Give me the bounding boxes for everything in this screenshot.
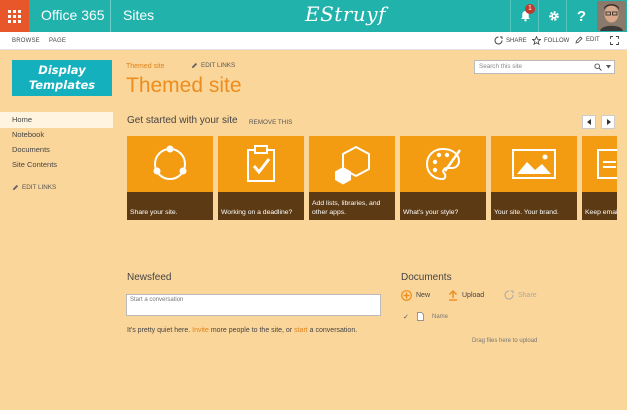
newsfeed-title: Newsfeed <box>127 272 172 283</box>
settings-button[interactable] <box>538 0 568 32</box>
select-all-checkbox[interactable]: ✓ <box>403 313 409 321</box>
edit-button[interactable]: EDIT <box>575 36 600 44</box>
quiet-text-2: more people to the site, or <box>208 327 295 334</box>
page-title: Themed site <box>126 74 242 97</box>
nav-edit-links[interactable]: EDIT LINKS <box>12 184 56 191</box>
clipboard-check-icon <box>247 145 275 182</box>
start-conversation-link[interactable]: start <box>294 327 308 334</box>
chevron-right-icon <box>606 119 611 125</box>
pencil-icon <box>191 62 198 69</box>
previous-tiles-button[interactable] <box>582 115 596 129</box>
breadcrumb[interactable]: Themed site <box>126 63 165 70</box>
fullscreen-icon <box>610 36 619 45</box>
share-document-button[interactable]: Share <box>504 290 537 300</box>
tile-label: Keep email <box>582 192 617 220</box>
site-logo-line1: Display <box>38 63 86 77</box>
search-icon[interactable] <box>594 63 602 71</box>
site-logo-display-templates[interactable]: Display Templates <box>12 60 112 96</box>
help-button[interactable]: ? <box>566 0 596 32</box>
star-icon <box>532 36 541 45</box>
upload-label: Upload <box>462 292 485 299</box>
tile-working-deadline[interactable]: Working on a deadline? <box>218 136 304 220</box>
gear-icon <box>548 11 559 21</box>
nav-item-documents[interactable]: Documents <box>12 145 50 154</box>
app-name[interactable]: Sites <box>123 7 154 23</box>
nav-edit-links-label: EDIT LINKS <box>22 184 57 191</box>
ribbon-tab-page[interactable]: PAGE <box>49 38 66 44</box>
plus-circle-icon <box>401 290 412 301</box>
new-label: New <box>416 292 431 299</box>
share-doc-label: Share <box>518 291 537 299</box>
suite-divider <box>110 0 111 32</box>
invite-link[interactable]: Invite <box>192 327 209 334</box>
nav-item-site-contents[interactable]: Site Contents <box>12 160 57 169</box>
pencil-icon <box>12 184 19 191</box>
conversation-placeholder: Start a conversation <box>130 297 184 303</box>
app-launcher-icon[interactable] <box>0 0 29 32</box>
remove-this-link[interactable]: REMOVE THIS <box>249 119 292 126</box>
share-icon <box>494 36 503 45</box>
quiet-text-3: a conversation. <box>307 327 358 334</box>
tile-label: Working on a deadline? <box>218 192 304 220</box>
chevron-down-icon[interactable] <box>606 65 611 69</box>
tile-share-site[interactable]: Share your site. <box>127 136 213 220</box>
documents-title: Documents <box>401 272 452 283</box>
search-input[interactable]: Search this site <box>474 60 615 74</box>
notifications-button[interactable]: 1 <box>510 0 540 32</box>
conversation-input[interactable]: Start a conversation <box>126 294 381 316</box>
column-header-name[interactable]: Name <box>432 314 448 320</box>
help-icon: ? <box>576 7 587 25</box>
next-tiles-button[interactable] <box>601 115 615 129</box>
share-icon <box>153 145 187 180</box>
share-button[interactable]: SHARE <box>494 36 527 45</box>
site-logo-line2: Templates <box>28 78 96 92</box>
newsfeed-empty-message: It's pretty quiet here. Invite more peop… <box>127 327 357 334</box>
quiet-text-1: It's pretty quiet here. <box>127 327 193 334</box>
drag-drop-hint: Drag files here to upload <box>472 338 538 344</box>
tile-your-brand[interactable]: Your site. Your brand. <box>491 136 577 220</box>
nav-item-notebook[interactable]: Notebook <box>12 130 44 139</box>
mail-icon <box>597 149 617 179</box>
avatar[interactable] <box>597 1 626 31</box>
tile-add-apps[interactable]: Add lists, libraries, and other apps. <box>309 136 395 220</box>
share-label: SHARE <box>506 37 527 44</box>
search-placeholder: Search this site <box>479 63 523 70</box>
pencil-icon <box>575 36 583 44</box>
tile-label: Your site. Your brand. <box>491 192 577 220</box>
palette-icon <box>425 147 462 181</box>
suite-bar: Office 365 Sites EStruyf 1 ? <box>0 0 627 32</box>
new-document-button[interactable]: New <box>401 290 430 301</box>
ribbon-tab-browse[interactable]: BROWSE <box>12 38 40 44</box>
ribbon-bar: BROWSE PAGE SHARE FOLLOW EDIT <box>0 32 627 50</box>
follow-button[interactable]: FOLLOW <box>532 36 569 45</box>
top-edit-links[interactable]: EDIT LINKS <box>191 62 235 69</box>
focus-content-button[interactable] <box>610 36 619 45</box>
edit-label: EDIT <box>586 37 600 43</box>
site-logo: EStruyf <box>305 2 386 26</box>
upload-icon <box>449 290 457 301</box>
top-edit-links-label: EDIT LINKS <box>201 62 236 69</box>
tile-your-style[interactable]: What's your style? <box>400 136 486 220</box>
get-started-title: Get started with your site <box>127 115 238 126</box>
office365-brand[interactable]: Office 365 <box>41 7 105 23</box>
tile-label: Add lists, libraries, and other apps. <box>309 192 395 220</box>
upload-button[interactable]: Upload <box>448 290 484 301</box>
file-type-icon <box>417 312 424 321</box>
nav-item-home[interactable]: Home <box>12 115 32 124</box>
tile-label: What's your style? <box>400 192 486 220</box>
image-icon <box>512 149 556 179</box>
get-started-tiles: Share your site. Working on a deadline? … <box>127 136 617 220</box>
tile-keep-email[interactable]: Keep email <box>582 136 617 220</box>
share-icon <box>504 290 514 300</box>
follow-label: FOLLOW <box>544 37 570 44</box>
chevron-left-icon <box>586 119 591 125</box>
hexagon-apps-icon <box>335 145 370 185</box>
tile-label: Share your site. <box>127 192 213 220</box>
notification-badge: 1 <box>525 4 535 14</box>
